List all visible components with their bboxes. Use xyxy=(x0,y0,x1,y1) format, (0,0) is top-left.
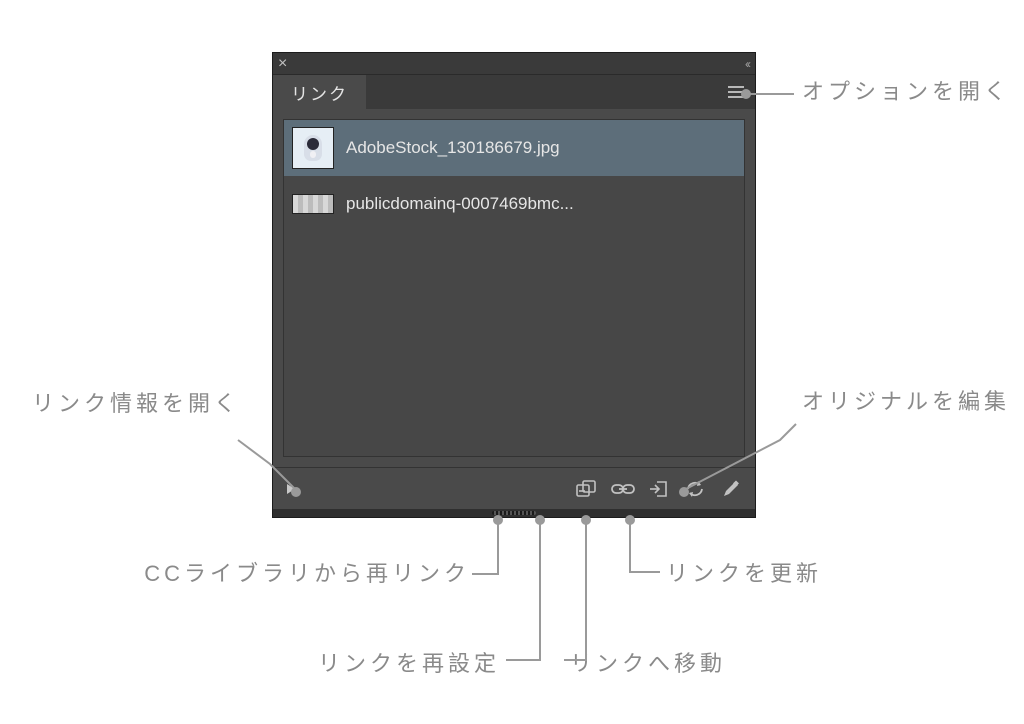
link-filename: publicdomainq-0007469bmc... xyxy=(346,194,736,214)
annotation-relink: リンクを再設定 xyxy=(240,648,500,680)
thumbnail xyxy=(292,127,334,169)
tab-label: リンク xyxy=(291,80,348,105)
annotation-update: リンクを更新 xyxy=(666,558,926,590)
close-icon[interactable]: × xyxy=(278,55,287,73)
link-filename: AdobeStock_130186679.jpg xyxy=(346,138,736,158)
annotation-open-link-info: リンク情報を開く xyxy=(20,388,240,420)
disclosure-triangle-icon[interactable] xyxy=(279,477,303,501)
tab-links[interactable]: リンク xyxy=(273,75,366,109)
cc-relink-icon[interactable] xyxy=(569,473,605,505)
annotation-goto: リンクへ移動 xyxy=(570,648,830,680)
list-item[interactable]: publicdomainq-0007469bmc... xyxy=(284,176,744,232)
links-list: AdobeStock_130186679.jpg publicdomainq-0… xyxy=(283,119,745,457)
tab-row: リンク xyxy=(273,75,755,109)
annotation-open-options: オプションを開く xyxy=(802,76,1022,108)
pencil-icon[interactable] xyxy=(713,473,749,505)
panel-titlebar: × ‹‹ xyxy=(273,53,755,75)
panel-footer xyxy=(273,467,755,509)
annotation-cc-relink: CCライブラリから再リンク xyxy=(140,558,470,590)
hamburger-menu-icon[interactable] xyxy=(725,82,747,102)
list-item[interactable]: AdobeStock_130186679.jpg xyxy=(284,120,744,176)
panel-resize-grip[interactable] xyxy=(273,509,755,517)
chain-link-icon[interactable] xyxy=(605,473,641,505)
links-panel: × ‹‹ リンク AdobeStock_130186679.jpg public… xyxy=(272,52,756,518)
collapse-icon[interactable]: ‹‹ xyxy=(745,57,749,71)
goto-link-icon[interactable] xyxy=(641,473,677,505)
thumbnail xyxy=(292,194,334,214)
annotation-edit-original: オリジナルを編集 xyxy=(802,386,1022,418)
panel-body: AdobeStock_130186679.jpg publicdomainq-0… xyxy=(273,109,755,467)
refresh-icon[interactable] xyxy=(677,473,713,505)
